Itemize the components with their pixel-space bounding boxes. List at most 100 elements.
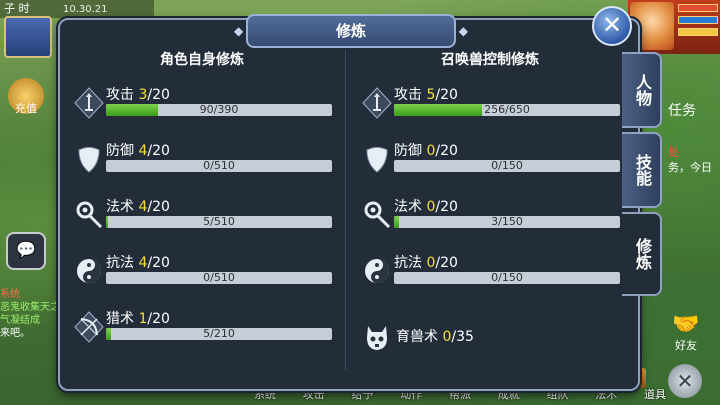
friend-button[interactable]: 🤝 好友 — [664, 312, 708, 356]
pet-training-heading: 召唤兽控制修炼 — [441, 52, 539, 68]
handshake-icon: 🤝 — [672, 312, 700, 337]
task-label[interactable]: 任务 — [668, 100, 696, 120]
skill-name: 攻击 — [106, 87, 134, 103]
skill-name: 猎术 — [106, 311, 134, 327]
progress-bar: 90/390 — [106, 104, 332, 116]
panel-divider — [345, 50, 346, 370]
progress-bar: 5/510 — [106, 216, 332, 228]
tab-training[interactable]: 修炼 — [622, 212, 662, 296]
skill-max-level: /20 — [147, 199, 170, 215]
progress-text: 5/510 — [203, 216, 235, 228]
skill-label: 抗法 0/20 — [394, 252, 458, 272]
skill-name: 攻击 — [394, 87, 422, 103]
self-training-row[interactable]: 攻击 3/20 90/390 — [66, 82, 338, 138]
chat-log: 系统 恶鬼收集天之气凝结成 来吧。 — [0, 288, 60, 340]
menu-items[interactable]: 道具 — [644, 386, 666, 405]
dialog-tabs: 人物 技能 修炼 — [622, 52, 662, 300]
skill-max-level: /20 — [147, 311, 170, 327]
chat-button[interactable]: 💬 — [6, 232, 46, 270]
progress-text: 0/510 — [203, 272, 235, 284]
skill-name: 防御 — [394, 143, 422, 159]
friend-label: 好友 — [675, 339, 697, 352]
skill-label: 法术 4/20 — [106, 196, 170, 216]
self-training-panel: 角色自身修炼 攻击 3/20 90/390 防御 4/20 0/510 法术 4/20 5… — [66, 38, 338, 384]
progress-bar: 0/150 — [394, 272, 620, 284]
skill-max-level: /20 — [435, 87, 458, 103]
pet-training-row[interactable]: 攻击 5/20 256/650 — [354, 82, 626, 138]
skill-max-level: /20 — [147, 143, 170, 159]
progress-bar: 0/510 — [106, 272, 332, 284]
skill-name: 防御 — [106, 143, 134, 159]
pet-training-row[interactable]: 法术 0/20 3/150 — [354, 194, 626, 250]
pet-training-panel: 召唤兽控制修炼 攻击 5/20 256/650 防御 0/20 0/150 法术 0/2… — [354, 38, 626, 384]
self-training-row[interactable]: 法术 4/20 5/510 — [66, 194, 338, 250]
shield-icon — [72, 142, 106, 176]
skill-max-level: /35 — [451, 329, 474, 345]
magic-icon — [72, 198, 106, 232]
progress-text: 256/650 — [484, 104, 530, 116]
skill-name: 法术 — [394, 199, 422, 215]
skill-name: 抗法 — [394, 255, 422, 271]
pet-training-row[interactable]: 抗法 0/20 0/150 — [354, 250, 626, 306]
self-training-row[interactable]: 防御 4/20 0/510 — [66, 138, 338, 194]
yinyang-icon — [72, 254, 106, 288]
sword-icon — [72, 86, 106, 120]
skill-label: 防御 4/20 — [106, 140, 170, 160]
skill-label: 猎术 1/20 — [106, 308, 170, 328]
beast-skull-icon — [360, 320, 394, 354]
skill-label: 抗法 4/20 — [106, 252, 170, 272]
close-menu-button[interactable]: ✕ — [668, 364, 702, 398]
progress-text: 5/210 — [203, 328, 235, 340]
task-line-2: 务，今日 — [668, 161, 712, 174]
tab-character[interactable]: 人物 — [622, 52, 662, 128]
skill-max-level: /20 — [147, 87, 170, 103]
progress-bar: 5/210 — [106, 328, 332, 340]
recharge-label: 充值 — [15, 102, 37, 115]
skill-name: 法术 — [106, 199, 134, 215]
progress-bar: 256/650 — [394, 104, 620, 116]
progress-bar: 3/150 — [394, 216, 620, 228]
pet-breeding-row[interactable]: 育兽术 0/35 — [354, 316, 626, 372]
progress-text: 0/510 — [203, 160, 235, 172]
skill-label: 防御 0/20 — [394, 140, 458, 160]
skill-name: 抗法 — [106, 255, 134, 271]
recharge-button[interactable]: 充值 — [8, 78, 44, 115]
progress-text: 3/150 — [491, 216, 523, 228]
task-description: 处 务，今日 — [668, 145, 712, 175]
skill-max-level: /20 — [435, 199, 458, 215]
progress-bar: 0/150 — [394, 160, 620, 172]
status-bars — [678, 4, 718, 50]
chat-message-tail: 来吧。 — [0, 328, 30, 339]
skill-name: 育兽术 — [396, 329, 438, 345]
magic-icon — [360, 198, 394, 232]
skill-label: 攻击 5/20 — [394, 84, 458, 104]
close-icon: ✕ — [601, 11, 623, 39]
progress-text: 90/390 — [199, 104, 239, 116]
sword-icon — [360, 86, 394, 120]
training-dialog: 修炼 角色自身修炼 攻击 3/2090/390防御 4/200/510法术 4/… — [58, 14, 640, 391]
self-training-row[interactable]: 抗法 4/20 0/510 — [66, 250, 338, 306]
game-clock: 10.30.21 — [63, 4, 108, 15]
task-line-1: 处 — [668, 146, 679, 159]
shield-icon — [360, 142, 394, 176]
dialog-close-button[interactable]: ✕ — [592, 6, 632, 46]
skill-label: 育兽术 0/35 — [396, 326, 474, 346]
bow-icon — [72, 310, 106, 344]
skill-max-level: /20 — [147, 255, 170, 271]
self-training-heading: 角色自身修炼 — [160, 52, 244, 68]
yinyang-icon — [360, 254, 394, 288]
progress-bar: 0/510 — [106, 160, 332, 172]
speech-bubble-icon: 💬 — [16, 240, 36, 259]
skill-label: 法术 0/20 — [394, 196, 458, 216]
skill-max-level: /20 — [435, 255, 458, 271]
self-training-row[interactable]: 猎术 1/20 5/210 — [66, 306, 338, 362]
skill-label: 攻击 3/20 — [106, 84, 170, 104]
time-period: 子 时 — [4, 2, 30, 15]
tab-skills[interactable]: 技能 — [622, 132, 662, 208]
close-icon: ✕ — [676, 369, 694, 393]
chat-tag: 系统 — [0, 289, 20, 300]
player-avatar[interactable] — [4, 16, 52, 58]
pet-training-row[interactable]: 防御 0/20 0/150 — [354, 138, 626, 194]
progress-text: 0/150 — [491, 160, 523, 172]
skill-max-level: /20 — [435, 143, 458, 159]
